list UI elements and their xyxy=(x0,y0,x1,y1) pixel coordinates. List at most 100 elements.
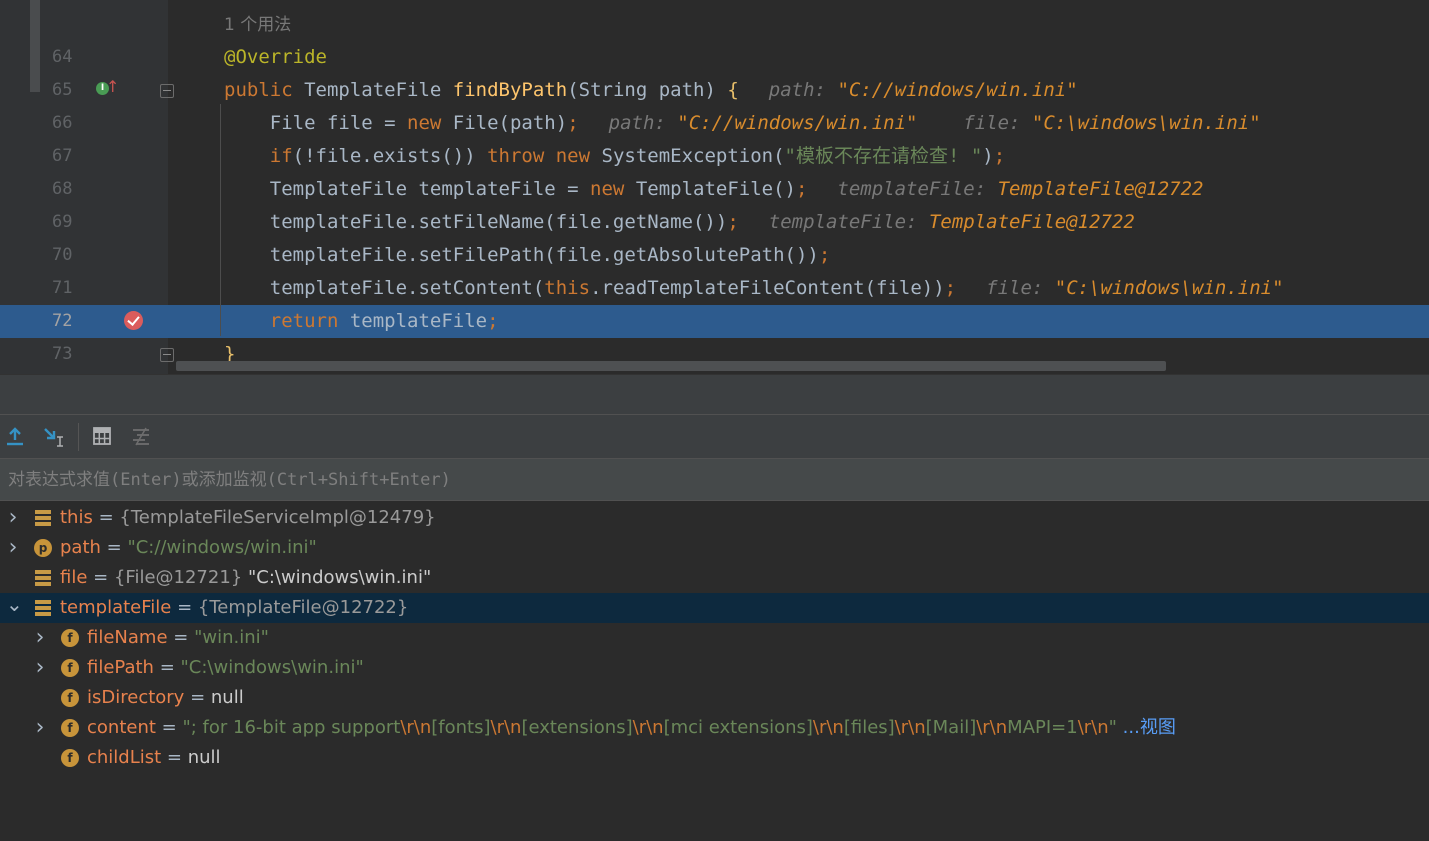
code-line[interactable]: 65 public TemplateFile findByPath(String … xyxy=(0,74,1429,107)
code-token: TemplateFile() xyxy=(635,178,796,200)
code-token: SystemException( xyxy=(601,145,785,167)
evaluate-expression-input[interactable] xyxy=(0,459,1429,500)
fold-marker-icon[interactable] xyxy=(160,348,174,362)
inline-value-hint[interactable]: file: "C:\windows\win.ini" xyxy=(986,277,1283,299)
inline-value-hint[interactable]: path: "C://windows/win.ini" xyxy=(769,79,1078,101)
run-to-cursor-icon[interactable] xyxy=(42,425,64,447)
code-line[interactable]: 71 templateFile.setContent(this.readTemp… xyxy=(0,272,1429,305)
variable-value: \r\n xyxy=(894,717,926,738)
code-token: (String path) xyxy=(567,79,728,101)
inline-value-hint[interactable]: templateFile: TemplateFile@12722 xyxy=(837,178,1203,200)
code-line[interactable]: 67 if(!file.exists()) throw new SystemEx… xyxy=(0,140,1429,173)
variable-row-content[interactable]: › f content = "; for 16-bit app support\r\… xyxy=(0,713,1429,743)
variables-tree: › this = {TemplateFileServiceImpl@12479} ›… xyxy=(0,501,1429,841)
variable-row-childList[interactable]: f childList = null xyxy=(0,743,1429,773)
variable-value: "; for 16-bit app support xyxy=(182,717,401,738)
chevron-down-icon[interactable]: ⌄ xyxy=(6,593,23,623)
variable-value: "win.ini" xyxy=(194,627,269,648)
chevron-right-icon[interactable]: › xyxy=(33,713,47,743)
line-number[interactable]: 65 xyxy=(52,74,92,107)
line-number[interactable]: 67 xyxy=(52,140,92,173)
usage-hint[interactable]: 1 个用法 xyxy=(224,10,291,35)
line-number[interactable]: 71 xyxy=(52,272,92,305)
trace-icon[interactable] xyxy=(130,425,152,447)
code-line[interactable]: 70 templateFile.setFilePath(file.getAbso… xyxy=(0,239,1429,272)
line-number[interactable]: 64 xyxy=(52,41,92,74)
line-number[interactable]: 68 xyxy=(52,173,92,206)
code-line[interactable]: 66 File file = new File(path); path: "C:/… xyxy=(0,107,1429,140)
chevron-right-icon[interactable]: › xyxy=(6,533,20,563)
variable-value: "C:\windows\win.ini" xyxy=(180,657,364,678)
variable-row-fileName[interactable]: › f fileName = "win.ini" xyxy=(0,623,1429,653)
line-number[interactable]: 66 xyxy=(52,107,92,140)
hint-value: "C:\windows\win.ini" xyxy=(1031,112,1261,134)
code-line[interactable]: 68 TemplateFile templateFile = new Templ… xyxy=(0,173,1429,206)
variable-value: [extensions] xyxy=(521,717,633,738)
code-token: new xyxy=(407,112,453,134)
variable-text: this = {TemplateFileServiceImpl@12479} xyxy=(60,503,436,533)
inline-value-hint[interactable]: templateFile: TemplateFile@12722 xyxy=(769,211,1135,233)
variable-row-isDirectory[interactable]: f isDirectory = null xyxy=(0,683,1429,713)
hint-value: "C://windows/win.ini" xyxy=(837,79,1078,101)
equals-sign: = xyxy=(155,717,183,738)
code-text: TemplateFile templateFile = new Template… xyxy=(224,173,1204,206)
inline-value-hint[interactable]: path: "C://windows/win.ini" file: "C:\wi… xyxy=(609,112,1261,134)
variable-value: \r\n xyxy=(400,717,432,738)
code-token: (!file.exists()) xyxy=(292,145,488,167)
code-text: templateFile.setContent(this.readTemplat… xyxy=(224,272,1284,305)
variable-value: [mci extensions] xyxy=(663,717,813,738)
line-number[interactable]: 72 xyxy=(52,305,92,338)
variable-row-filePath[interactable]: › f filePath = "C:\windows\win.ini" xyxy=(0,653,1429,683)
code-token: @Override xyxy=(224,46,327,68)
variable-row-this[interactable]: › this = {TemplateFileServiceImpl@12479} xyxy=(0,503,1429,533)
override-icon[interactable]: I ↑ xyxy=(96,79,119,98)
variable-name: childList xyxy=(87,747,162,768)
line-number[interactable]: 69 xyxy=(52,206,92,239)
evaluate-expression-bar xyxy=(0,458,1429,501)
variable-name: filePath xyxy=(87,657,154,678)
variable-value: [fonts] xyxy=(431,717,491,738)
step-out-icon[interactable] xyxy=(4,425,26,447)
horizontal-scrollbar[interactable] xyxy=(176,361,1166,371)
code-text: @Override xyxy=(224,41,327,74)
equals-sign: = xyxy=(153,657,181,678)
chevron-right-icon[interactable]: › xyxy=(33,623,47,653)
variable-row-templateFile[interactable]: ⌄ templateFile = {TemplateFile@12722} xyxy=(0,593,1429,623)
code-line-current[interactable]: 72 return templateFile; xyxy=(0,305,1429,338)
variable-row-file[interactable]: file = {File@12721} "C:\windows\win.ini" xyxy=(0,563,1429,593)
field-icon: f xyxy=(61,629,79,647)
variable-value: " xyxy=(1108,717,1123,738)
hint-label: file: xyxy=(986,277,1055,299)
equals-sign: = xyxy=(171,597,198,618)
hint-label: templateFile: xyxy=(837,178,998,200)
variable-name: isDirectory xyxy=(87,687,185,708)
code-token: ; xyxy=(818,244,831,266)
code-token: TemplateFile templateFile = xyxy=(224,178,591,200)
evaluate-expression-icon[interactable] xyxy=(91,425,113,447)
code-token: ; xyxy=(993,145,1006,167)
breakpoint-icon[interactable] xyxy=(124,311,143,330)
view-link[interactable]: ...视图 xyxy=(1123,717,1176,738)
code-token: TemplateFile xyxy=(304,79,453,101)
code-token: ; xyxy=(727,211,739,233)
code-line[interactable]: 69 templateFile.setFileName(file.getName… xyxy=(0,206,1429,239)
code-token: "模板不存在请检查! " xyxy=(784,145,983,167)
variable-value: "C://windows/win.ini" xyxy=(127,537,317,558)
equals-sign: = xyxy=(87,567,114,588)
code-editor[interactable]: 1 个用法 64 @Override 65 public TemplateFile f… xyxy=(0,0,1429,374)
variable-value: null xyxy=(187,747,221,768)
chevron-right-icon[interactable]: › xyxy=(6,503,20,533)
code-token: return xyxy=(224,310,350,332)
field-icon: f xyxy=(61,749,79,767)
fold-marker-icon[interactable] xyxy=(160,84,174,98)
toolbar-separator xyxy=(78,423,79,451)
code-line[interactable]: 64 @Override xyxy=(0,41,1429,74)
chevron-right-icon[interactable]: › xyxy=(33,653,47,683)
code-token: ) xyxy=(982,145,994,167)
variable-text: templateFile = {TemplateFile@12722} xyxy=(60,593,408,623)
variable-row-path[interactable]: › p path = "C://windows/win.ini" xyxy=(0,533,1429,563)
line-number[interactable]: 73 xyxy=(52,338,92,371)
hint-label: file: xyxy=(917,112,1032,134)
variable-text: childList = null xyxy=(87,743,221,773)
line-number[interactable]: 70 xyxy=(52,239,92,272)
